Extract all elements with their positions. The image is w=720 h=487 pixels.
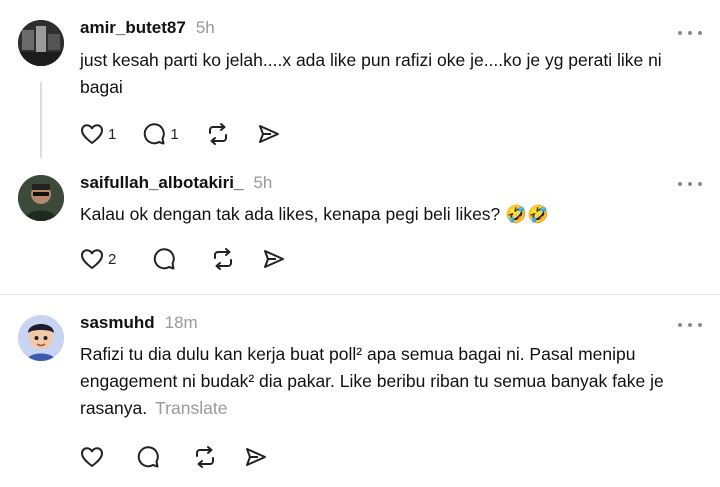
like-count: 1 [108,125,117,143]
repost-button[interactable] [205,122,231,146]
comment-icon [154,248,176,270]
post-text: Kalau ok dengan tak ada likes, kenapa pe… [80,204,549,224]
like-button[interactable]: 1 [80,123,116,145]
comment-icon [144,123,166,145]
reply-count: 1 [170,125,179,143]
comment-icon [137,446,159,468]
like-count: 2 [108,250,117,268]
translate-link[interactable]: Translate [155,398,227,418]
repost-icon [196,446,214,468]
reply-button[interactable]: 1 [142,122,179,146]
avatar[interactable] [18,20,64,66]
reply-button[interactable] [136,445,160,469]
repost-button[interactable] [192,445,218,469]
action-bar: 1 1 [80,121,307,147]
timestamp: 18m [164,313,198,332]
post-3: sasmuhd 18m Rafizi tu dia dulu kan kerja… [0,295,720,487]
username[interactable]: amir_butet87 [80,18,186,38]
username[interactable]: saifullah_albotakiri_ [80,173,243,193]
avatar[interactable] [18,315,64,361]
avatar[interactable] [18,175,64,221]
share-button[interactable] [262,248,286,270]
send-icon [258,125,279,143]
reply-button[interactable] [152,247,176,271]
post-text-container: Rafizi tu dia dulu kan kerja buat poll² … [80,341,696,422]
timestamp: 5h [195,18,215,37]
repost-icon [214,248,233,270]
like-button[interactable]: 2 [80,248,116,270]
thread-line [40,82,42,158]
share-button[interactable] [257,123,281,145]
post-1: amir_butet87 5h just kesah parti ko jela… [0,0,720,165]
repost-icon [208,123,227,145]
post-header: sasmuhd 18m [80,313,198,341]
send-icon [246,448,266,466]
heart-icon [81,249,103,269]
more-icon[interactable] [678,179,702,189]
share-button[interactable] [244,446,268,468]
timestamp: 5h [253,173,273,192]
post-header: saifullah_albotakiri_ 5h [80,173,272,201]
heart-icon [81,124,103,144]
more-icon[interactable] [678,320,702,330]
post-header: amir_butet87 5h [80,18,215,46]
post-2: saifullah_albotakiri_ 5h Kalau ok dengan… [0,165,720,293]
like-button[interactable] [80,446,104,468]
repost-button[interactable] [210,247,236,271]
action-bar [80,444,294,470]
more-icon[interactable] [678,28,702,38]
username[interactable]: sasmuhd [80,313,155,333]
post-text: just kesah parti ko jelah....x ada like … [80,50,662,97]
action-bar: 2 [80,246,312,272]
send-icon [264,250,285,268]
heart-icon [81,447,103,467]
